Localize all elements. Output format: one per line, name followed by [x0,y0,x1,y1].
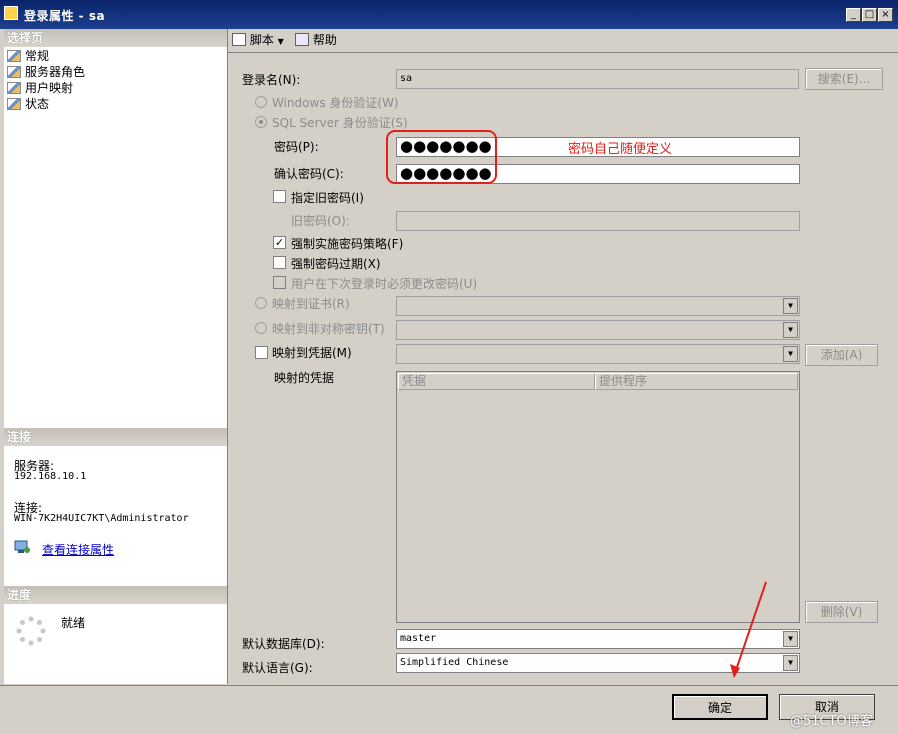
maximize-button[interactable]: □ [862,8,877,22]
page-icon [7,98,21,110]
default-database-value: master [400,633,437,644]
script-icon [232,33,246,46]
column-header-provider[interactable]: 提供程序 [595,373,798,390]
left-pane: 选择页 常规 服务器角色 用户映射 状态 连接 服务器: 192.168.10.… [4,29,228,684]
password-label: 密码(P): [274,140,319,154]
default-language-value: Simplified Chinese [400,657,509,668]
windows-auth-label: Windows 身份验证(W) [272,96,399,110]
sql-auth-label: SQL Server 身份验证(S) [272,116,408,130]
page-icon [7,50,21,62]
must-change-label: 用户在下次登录时必须更改密码(U) [291,277,478,291]
chevron-down-icon: ▼ [783,346,798,362]
map-cert-radio[interactable] [255,297,267,309]
help-label: 帮助 [312,33,337,47]
default-database-label: 默认数据库(D): [242,637,325,651]
connection-properties-icon [14,540,30,554]
map-asym-label: 映射到非对称密钥(T) [272,322,385,336]
chevron-down-icon: ▼ [783,298,798,314]
page-user-mapping[interactable]: 用户映射 [7,80,73,96]
mapped-credentials-label: 映射的凭据 [274,371,335,385]
script-button[interactable]: 脚本 ▼ [232,32,284,48]
enforce-policy-checkbox[interactable]: ✓ [273,236,286,249]
page-label: 常规 [25,49,50,63]
must-change-checkbox[interactable] [273,276,286,289]
login-name-label: 登录名(N): [242,73,301,87]
general-page: 登录名(N): sa 搜索(E)... Windows 身份验证(W) SQL … [228,52,898,685]
map-asym-select[interactable]: ▼ [396,320,800,340]
specify-old-password-label: 指定旧密码(I) [291,191,364,205]
select-page-header: 选择页 [4,29,227,47]
progress-status: 就绪 [61,616,86,630]
sql-auth-radio[interactable] [255,116,267,128]
search-button[interactable]: 搜索(E)... [805,68,883,90]
view-connection-properties-link[interactable]: 查看连接属性 [42,541,114,558]
chevron-down-icon: ▼ [783,655,798,671]
page-server-roles[interactable]: 服务器角色 [7,64,85,80]
chevron-down-icon: ▼ [783,322,798,338]
window-title: 登录属性 - sa [24,9,106,23]
map-cred-select[interactable]: ▼ [396,344,800,364]
add-button[interactable]: 添加(A) [805,344,878,366]
minimize-button[interactable]: _ [846,8,861,22]
map-asym-radio[interactable] [255,322,267,334]
old-password-label: 旧密码(O): [291,214,350,228]
chevron-down-icon: ▼ [783,631,798,647]
progress-header: 进度 [4,586,227,604]
progress-spinner-icon [16,616,46,646]
column-header-credential[interactable]: 凭据 [398,373,595,390]
page-label: 用户映射 [25,81,74,95]
login-name-input[interactable]: sa [396,69,799,89]
annotation-highlight-box [386,130,497,184]
annotation-text: 密码自己随便定义 [568,142,673,157]
map-cert-label: 映射到证书(R) [272,297,350,311]
enforce-policy-label: 强制实施密码策略(F) [291,237,404,251]
enforce-expiration-label: 强制密码过期(X) [291,257,381,271]
page-icon [7,66,21,78]
specify-old-password-checkbox[interactable] [273,190,286,203]
enforce-expiration-checkbox[interactable] [273,256,286,269]
page-status[interactable]: 状态 [7,96,49,112]
connection-value: WIN-7K2H4UIC7KT\Administrator [14,513,189,524]
ok-button[interactable]: 确定 [672,694,768,720]
title-bar: 登录属性 - sa _ □ × [0,0,898,29]
windows-auth-radio[interactable] [255,96,267,108]
annotation-arrow-icon [730,581,767,678]
page-icon [7,82,21,94]
map-cert-select[interactable]: ▼ [396,296,800,316]
connection-header: 连接 [4,428,227,446]
default-language-label: 默认语言(G): [242,661,313,675]
page-general[interactable]: 常规 [7,48,49,64]
confirm-password-label: 确认密码(C): [274,167,344,181]
map-cred-checkbox[interactable] [255,346,268,359]
help-icon [295,33,309,46]
remove-button[interactable]: 删除(V) [805,601,878,623]
old-password-input[interactable] [396,211,800,231]
watermark: @51CTO博客 [790,714,873,729]
map-cred-label: 映射到凭据(M) [272,346,352,360]
toolbar: 脚本 ▼ 帮助 [228,29,898,51]
page-label: 状态 [25,97,50,111]
server-value: 192.168.10.1 [14,471,87,482]
help-button[interactable]: 帮助 [295,32,337,48]
close-button[interactable]: × [878,8,893,22]
script-label: 脚本 [249,33,274,47]
page-label: 服务器角色 [25,65,86,79]
window-icon [4,6,18,20]
chevron-down-icon: ▼ [277,37,284,46]
